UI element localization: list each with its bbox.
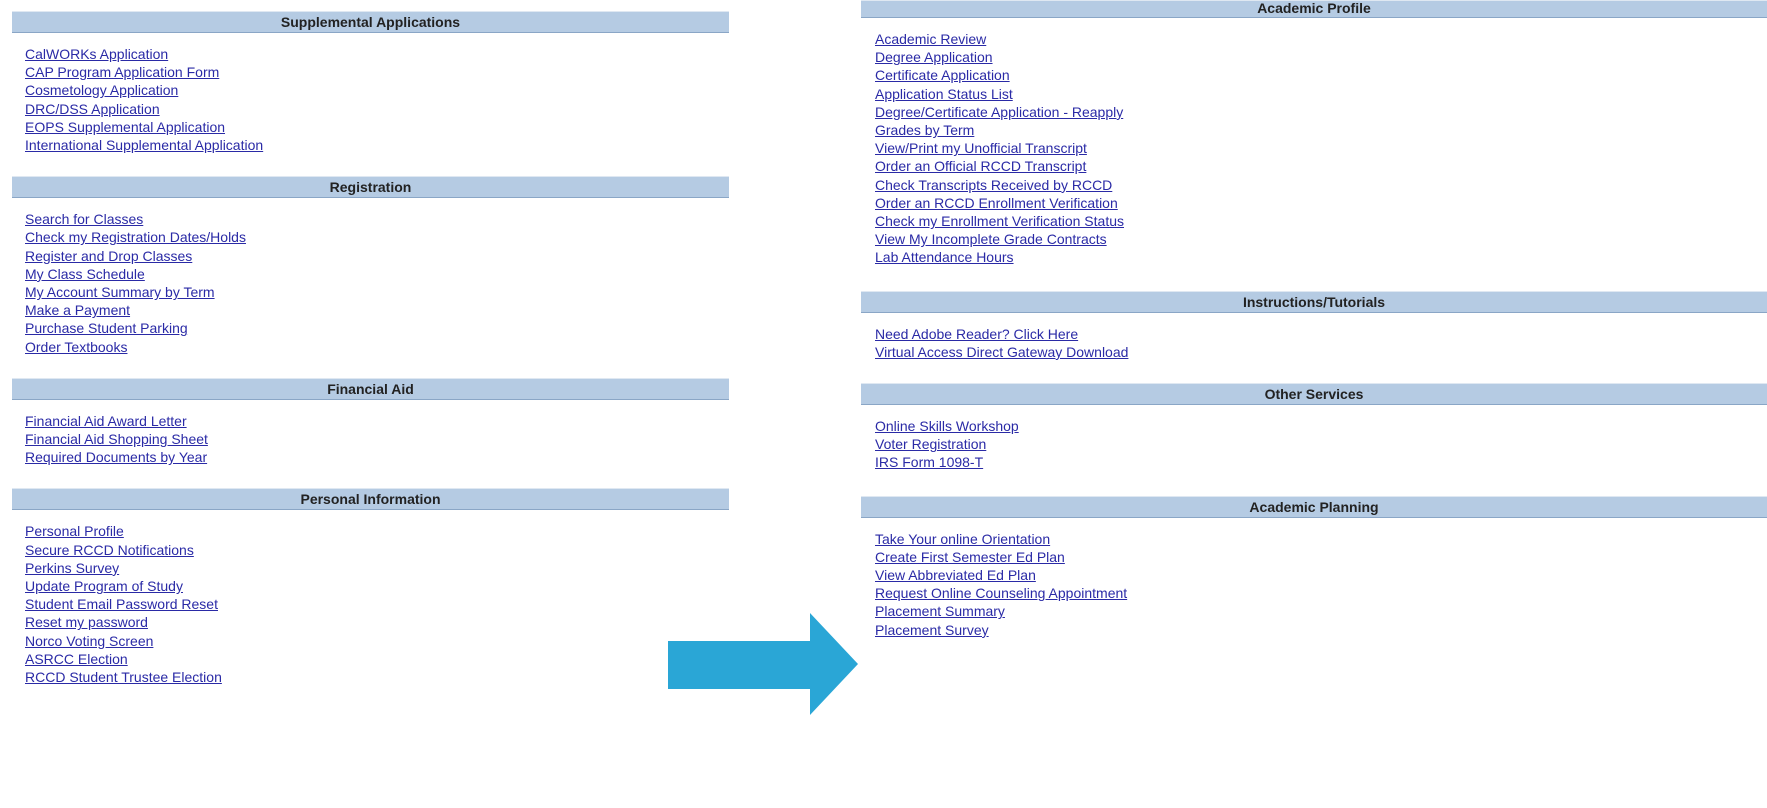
link-list: Search for Classes Check my Registration… xyxy=(12,210,729,356)
link-degree-certificate-reapply[interactable]: Degree/Certificate Application - Reapply xyxy=(875,103,1767,121)
link-financial-aid-award-letter[interactable]: Financial Aid Award Letter xyxy=(25,412,729,430)
section-header: Academic Planning xyxy=(861,495,1767,518)
link-list: Personal Profile Secure RCCD Notificatio… xyxy=(12,522,729,686)
link-list: Online Skills Workshop Voter Registratio… xyxy=(861,417,1767,472)
link-personal-profile[interactable]: Personal Profile xyxy=(25,522,729,540)
left-column: Supplemental Applications CalWORKs Appli… xyxy=(12,11,729,686)
link-grades-by-term[interactable]: Grades by Term xyxy=(875,121,1767,139)
section-header: Academic Profile xyxy=(861,0,1767,18)
link-register-and-drop-classes[interactable]: Register and Drop Classes xyxy=(25,247,729,265)
link-online-skills-workshop[interactable]: Online Skills Workshop xyxy=(875,417,1767,435)
link-academic-review[interactable]: Academic Review xyxy=(875,30,1767,48)
link-list: Financial Aid Award Letter Financial Aid… xyxy=(12,412,729,467)
link-list: CalWORKs Application CAP Program Applica… xyxy=(12,45,729,154)
link-placement-survey[interactable]: Placement Survey xyxy=(875,621,1767,639)
link-financial-aid-shopping-sheet[interactable]: Financial Aid Shopping Sheet xyxy=(25,430,729,448)
section-registration: Registration Search for Classes Check my… xyxy=(12,176,729,356)
right-column: Academic Profile Academic Review Degree … xyxy=(861,0,1767,639)
section-supplemental-applications: Supplemental Applications CalWORKs Appli… xyxy=(12,11,729,154)
link-rccd-student-trustee-election[interactable]: RCCD Student Trustee Election xyxy=(25,668,729,686)
link-check-transcripts-received[interactable]: Check Transcripts Received by RCCD xyxy=(875,176,1767,194)
link-list: Need Adobe Reader? Click Here Virtual Ac… xyxy=(861,325,1767,361)
link-placement-summary[interactable]: Placement Summary xyxy=(875,602,1767,620)
link-check-registration-dates-holds[interactable]: Check my Registration Dates/Holds xyxy=(25,228,729,246)
section-financial-aid: Financial Aid Financial Aid Award Letter… xyxy=(12,377,729,467)
link-list: Academic Review Degree Application Certi… xyxy=(861,30,1767,267)
link-update-program-of-study[interactable]: Update Program of Study xyxy=(25,577,729,595)
link-my-account-summary-by-term[interactable]: My Account Summary by Term xyxy=(25,283,729,301)
link-purchase-student-parking[interactable]: Purchase Student Parking xyxy=(25,319,729,337)
link-perkins-survey[interactable]: Perkins Survey xyxy=(25,559,729,577)
link-lab-attendance-hours[interactable]: Lab Attendance Hours xyxy=(875,248,1767,266)
link-cosmetology-application[interactable]: Cosmetology Application xyxy=(25,81,729,99)
link-list: Take Your online Orientation Create Firs… xyxy=(861,530,1767,639)
link-secure-rccd-notifications[interactable]: Secure RCCD Notifications xyxy=(25,541,729,559)
link-reset-my-password[interactable]: Reset my password xyxy=(25,613,729,631)
link-application-status-list[interactable]: Application Status List xyxy=(875,85,1767,103)
section-header: Personal Information xyxy=(12,488,729,511)
link-virtual-access-gateway-download[interactable]: Virtual Access Direct Gateway Download xyxy=(875,343,1767,361)
link-need-adobe-reader[interactable]: Need Adobe Reader? Click Here xyxy=(875,325,1767,343)
link-my-class-schedule[interactable]: My Class Schedule xyxy=(25,265,729,283)
link-international-supplemental-application[interactable]: International Supplemental Application xyxy=(25,136,729,154)
link-take-online-orientation[interactable]: Take Your online Orientation xyxy=(875,530,1767,548)
section-academic-profile: Academic Profile Academic Review Degree … xyxy=(861,0,1767,267)
link-voter-registration[interactable]: Voter Registration xyxy=(875,435,1767,453)
link-degree-application[interactable]: Degree Application xyxy=(875,48,1767,66)
section-header: Supplemental Applications xyxy=(12,11,729,33)
link-calworks-application[interactable]: CalWORKs Application xyxy=(25,45,729,63)
section-header: Financial Aid xyxy=(12,377,729,400)
link-create-first-semester-ed-plan[interactable]: Create First Semester Ed Plan xyxy=(875,548,1767,566)
link-order-textbooks[interactable]: Order Textbooks xyxy=(25,338,729,356)
link-norco-voting-screen[interactable]: Norco Voting Screen xyxy=(25,632,729,650)
link-make-a-payment[interactable]: Make a Payment xyxy=(25,301,729,319)
section-header: Instructions/Tutorials xyxy=(861,290,1767,313)
arrow-right-icon xyxy=(668,613,858,715)
link-certificate-application[interactable]: Certificate Application xyxy=(875,66,1767,84)
section-other-services: Other Services Online Skills Workshop Vo… xyxy=(861,383,1767,472)
link-asrcc-election[interactable]: ASRCC Election xyxy=(25,650,729,668)
link-request-online-counseling-appointment[interactable]: Request Online Counseling Appointment xyxy=(875,584,1767,602)
link-student-email-password-reset[interactable]: Student Email Password Reset xyxy=(25,595,729,613)
link-search-for-classes[interactable]: Search for Classes xyxy=(25,210,729,228)
section-academic-planning: Academic Planning Take Your online Orien… xyxy=(861,495,1767,639)
link-check-enrollment-verification-status[interactable]: Check my Enrollment Verification Status xyxy=(875,212,1767,230)
link-irs-form-1098t[interactable]: IRS Form 1098-T xyxy=(875,453,1767,471)
link-order-enrollment-verification[interactable]: Order an RCCD Enrollment Verification xyxy=(875,194,1767,212)
section-header: Other Services xyxy=(861,383,1767,406)
link-view-print-unofficial-transcript[interactable]: View/Print my Unofficial Transcript xyxy=(875,139,1767,157)
link-drc-dss-application[interactable]: DRC/DSS Application xyxy=(25,100,729,118)
section-personal-information: Personal Information Personal Profile Se… xyxy=(12,488,729,686)
section-instructions-tutorials: Instructions/Tutorials Need Adobe Reader… xyxy=(861,290,1767,361)
link-required-documents-by-year[interactable]: Required Documents by Year xyxy=(25,448,729,466)
section-header: Registration xyxy=(12,176,729,199)
link-eops-supplemental-application[interactable]: EOPS Supplemental Application xyxy=(25,118,729,136)
link-order-official-transcript[interactable]: Order an Official RCCD Transcript xyxy=(875,157,1767,175)
link-view-incomplete-grade-contracts[interactable]: View My Incomplete Grade Contracts xyxy=(875,230,1767,248)
link-cap-program-application-form[interactable]: CAP Program Application Form xyxy=(25,63,729,81)
link-view-abbreviated-ed-plan[interactable]: View Abbreviated Ed Plan xyxy=(875,566,1767,584)
